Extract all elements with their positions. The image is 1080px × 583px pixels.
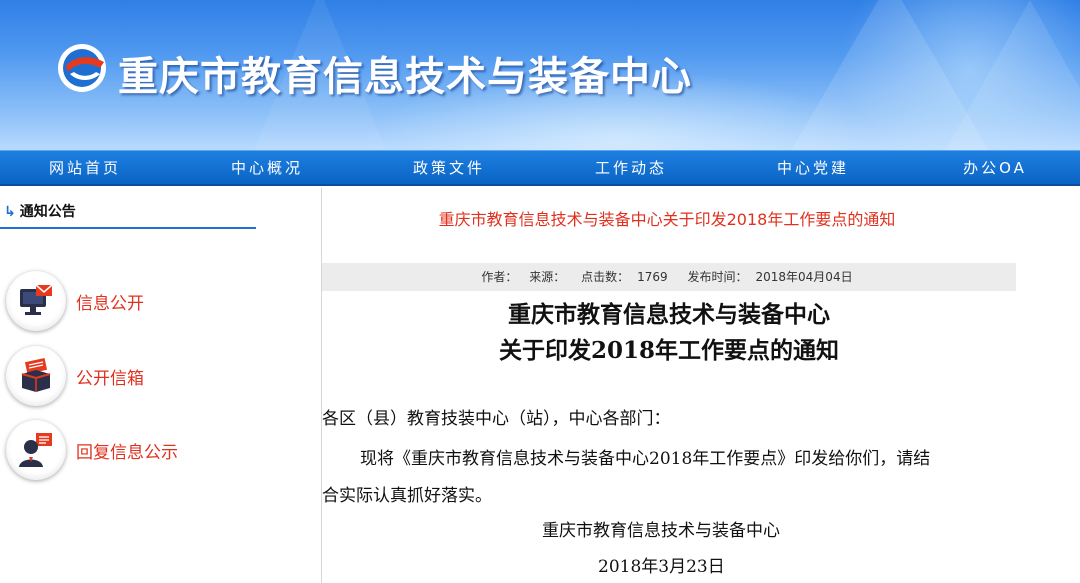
meta-published: 发布时间： 2018年04月04日 [683,270,856,284]
meta-source-label: 来源： [529,270,566,284]
document-signature: 重庆市教育信息技术与装备中心 [542,521,780,541]
sidebar-link-label: 回复信息公示 [76,443,178,463]
document-title-line2: 关于印发2018年工作要点的通知 [498,337,839,364]
sidebar-link-label: 公开信箱 [76,369,144,389]
nav-item-policy[interactable]: 政策文件 [404,151,494,185]
computer-mail-icon [20,284,53,315]
sidebar-link-label: 信息公开 [76,294,144,314]
header-banner: 重庆市教育信息技术与装备中心 [0,0,1080,150]
meta-clicks-label: 点击数： [581,270,630,284]
nav-item-party[interactable]: 中心党建 [768,151,858,185]
main-nav: 网站首页 中心概况 政策文件 工作动态 中心党建 办公OA [0,150,1080,186]
sidebar-link-icon-wrap [6,271,66,331]
nav-item-overview[interactable]: 中心概况 [222,151,312,185]
nav-item-home[interactable]: 网站首页 [40,151,130,185]
banner-decoration [940,0,1080,150]
document-title-line1: 重庆市教育信息技术与装备中心 [508,301,830,328]
document-salutation: 各区（县）教育技装中心（站），中心各部门： [322,409,671,429]
meta-clicks-value: 1769 [637,270,668,284]
sidebar-heading[interactable]: ↳ 通知公告 [4,201,76,221]
site-logo-icon[interactable] [56,42,108,94]
sidebar: ↳ 通知公告 信息公开 公开信箱 回复信息公示 [0,188,320,583]
sidebar-link-public-mailbox[interactable]: 公开信箱 [6,346,266,410]
document-body-line2: 合实际认真抓好落实。 [322,486,492,506]
article-link-title[interactable]: 重庆市教育信息技术与装备中心关于印发2018年工作要点的通知 [322,206,1012,230]
sidebar-heading-underline [0,227,256,229]
document-date: 2018年3月23日 [598,557,725,577]
article-meta: 作者： 来源： 点击数： 1769 发布时间： 2018年04月04日 [322,263,1016,291]
sidebar-link-info-disclosure[interactable]: 信息公开 [6,271,266,335]
meta-clicks: 点击数： 1769 [577,270,672,284]
content-divider [321,188,322,583]
meta-published-label: 发布时间： [687,270,748,284]
meta-author-label: 作者： [481,270,518,284]
sidebar-link-reply-notice[interactable]: 回复信息公示 [6,420,266,484]
return-arrow-icon: ↳ [4,204,16,220]
sidebar-link-icon-wrap [6,420,66,480]
sidebar-heading-label: 通知公告 [19,204,76,220]
mailbox-icon [21,358,51,392]
nav-item-oa[interactable]: 办公OA [950,151,1040,185]
user-reply-icon [19,433,52,467]
meta-published-value: 2018年04月04日 [755,270,853,284]
site-title: 重庆市教育信息技术与装备中心 [118,54,692,100]
sidebar-link-icon-wrap [6,346,66,406]
nav-item-news[interactable]: 工作动态 [586,151,676,185]
document-body-line1: 现将《重庆市教育信息技术与装备中心2018年工作要点》印发给你们，请结 [360,449,931,469]
